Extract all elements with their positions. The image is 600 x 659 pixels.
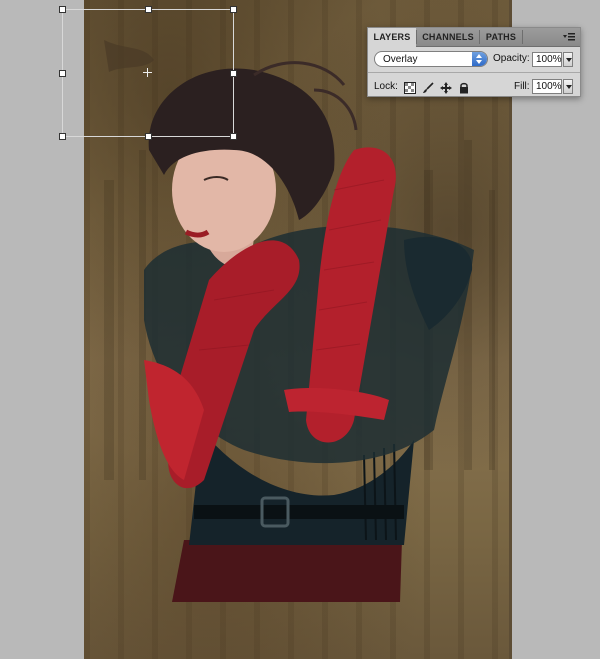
opacity-label: Opacity:: [493, 53, 530, 64]
canvas-edge: [509, 0, 512, 659]
free-transform-box[interactable]: [59, 6, 237, 140]
fill-label: Fill:: [514, 81, 530, 92]
transform-handle-top-middle[interactable]: [145, 6, 152, 13]
lock-all-icon[interactable]: [458, 81, 470, 94]
tab-separator: [522, 30, 523, 44]
blend-mode-stepper-icon[interactable]: [472, 52, 487, 66]
opacity-dropdown-button[interactable]: [563, 52, 573, 67]
panel-menu-icon[interactable]: [562, 31, 576, 43]
blend-mode-value: Overlay: [383, 54, 418, 65]
blend-mode-select[interactable]: Overlay: [374, 51, 488, 67]
tab-channels[interactable]: CHANNELS: [417, 28, 479, 46]
transform-handle-bottom-middle[interactable]: [145, 133, 152, 140]
transform-handle-top-right[interactable]: [230, 6, 237, 13]
lock-label: Lock:: [374, 81, 398, 92]
transform-handle-bottom-right[interactable]: [230, 133, 237, 140]
opacity-field[interactable]: 100%: [532, 52, 562, 67]
transform-handle-middle-right[interactable]: [230, 70, 237, 77]
lock-image-pixels-icon[interactable]: [422, 81, 434, 93]
transform-reference-point[interactable]: [143, 68, 152, 77]
transform-handle-bottom-left[interactable]: [59, 133, 66, 140]
panel-tab-bar: LAYERS CHANNELS PATHS: [368, 28, 580, 47]
panel-divider: [368, 72, 580, 73]
transform-handle-middle-left[interactable]: [59, 70, 66, 77]
lock-transparent-pixels-icon[interactable]: [404, 81, 416, 94]
layers-panel: LAYERS CHANNELS PATHS Overlay Opacity: 1…: [367, 27, 581, 97]
fill-dropdown-button[interactable]: [563, 79, 573, 94]
tab-paths[interactable]: PATHS: [480, 28, 522, 46]
fill-field[interactable]: 100%: [532, 79, 562, 94]
lock-position-icon[interactable]: [440, 81, 452, 94]
transform-handle-top-left[interactable]: [59, 6, 66, 13]
tab-layers[interactable]: LAYERS: [368, 28, 416, 47]
